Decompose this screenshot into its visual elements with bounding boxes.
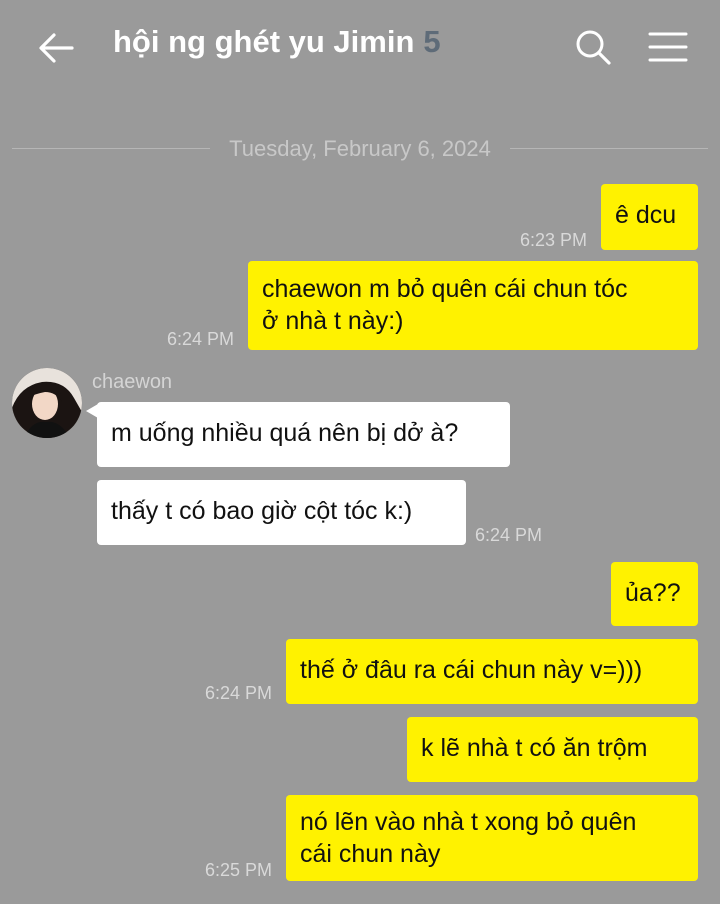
chat-title: hội ng ghét yu Jimin 5 <box>113 24 441 60</box>
message-time: 6:24 PM <box>475 525 543 545</box>
message-bubble-outgoing[interactable]: ủa?? <box>611 562 698 626</box>
date-divider-left <box>12 148 210 149</box>
message-time: 6:24 PM <box>205 683 273 703</box>
message-text: thế ở đâu ra cái chun này v=))) <box>300 656 643 684</box>
chat-header: hội ng ghét yu Jimin 5 <box>0 0 720 95</box>
message-text: cái chun này <box>300 840 441 868</box>
date-separator: Tuesday, February 6, 2024 <box>229 136 491 161</box>
member-count: 5 <box>423 24 441 59</box>
message-text: chaewon m bỏ quên cái chun tóc <box>262 275 628 303</box>
message-bubble-incoming[interactable]: thấy t có bao giờ cột tóc k:) <box>97 480 466 545</box>
date-divider-right <box>510 148 708 149</box>
message-text: ê dcu <box>615 201 677 229</box>
sender-name: chaewon <box>92 371 173 393</box>
message-text: ủa?? <box>625 579 681 607</box>
message-bubble-outgoing[interactable]: chaewon m bỏ quên cái chun tóc ở nhà t n… <box>248 261 698 350</box>
message-time: 6:24 PM <box>167 329 235 349</box>
search-icon[interactable] <box>573 27 613 67</box>
message-bubble-outgoing[interactable]: k lẽ nhà t có ăn trộm <box>407 717 698 782</box>
message-bubble-outgoing[interactable]: ê dcu <box>601 184 698 250</box>
back-arrow-icon[interactable] <box>36 28 76 68</box>
chat-title-text: hội ng ghét yu Jimin <box>113 24 415 59</box>
message-text: nó lẽn vào nhà t xong bỏ quên <box>300 808 637 836</box>
message-text: k lẽ nhà t có ăn trộm <box>421 734 648 762</box>
message-time: 6:23 PM <box>520 230 588 250</box>
menu-icon[interactable] <box>648 30 688 64</box>
message-bubble-outgoing[interactable]: thế ở đâu ra cái chun này v=))) <box>286 639 698 704</box>
message-bubble-outgoing[interactable]: nó lẽn vào nhà t xong bỏ quên cái chun n… <box>286 795 698 881</box>
message-text: m uống nhiều quá nên bị dở à? <box>111 419 459 447</box>
message-text: thấy t có bao giờ cột tóc k:) <box>111 497 413 525</box>
message-time: 6:25 PM <box>205 860 273 880</box>
message-text: ở nhà t này:) <box>262 307 404 335</box>
message-bubble-incoming[interactable]: m uống nhiều quá nên bị dở à? <box>97 402 510 467</box>
avatar[interactable] <box>12 368 82 438</box>
